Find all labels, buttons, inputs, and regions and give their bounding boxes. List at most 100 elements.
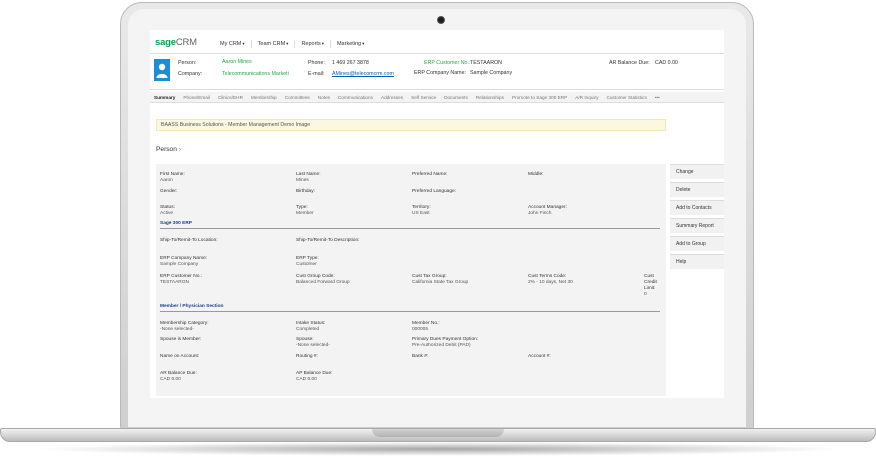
phone-value: 1 469 267 3878 [332,60,369,66]
tab-membership[interactable]: Membership [247,95,281,100]
cust-credit-label-line1: Cust [644,274,654,279]
sage-crm-logo[interactable]: sageCRM [155,37,197,48]
nav-reports[interactable]: Reports▾ [294,40,330,48]
middle-label: Middle: [528,172,544,177]
tab-phone-email[interactable]: Phone/Email [179,95,214,100]
tab-committees[interactable]: Committees [281,95,314,100]
add-to-contacts-button[interactable]: Add to Contacts [670,200,724,215]
preferred-name-label: Preferred Name: [412,172,448,177]
erp-customer-no-value: TESTAARON [160,280,189,285]
tab-relationships[interactable]: Relationships [472,95,508,100]
section-divider [160,228,660,229]
add-to-group-button[interactable]: Add to Group [670,236,724,251]
last-name-value: Mines [296,178,309,183]
chevron-down-icon: ▾ [362,41,365,46]
person-details-panel: First Name: Aaron Last Name: Mines Prefe… [156,164,666,396]
laptop-hinge-notch [372,429,504,437]
tab-more-icon[interactable]: ••• [651,95,664,100]
ar-balance-label: AR Balance Due: [609,60,650,66]
cust-terms-label: Cust Terms Code: [528,274,567,279]
sage300-subheading: Sage 300 ERP [160,221,192,226]
cust-credit-label-line2: Credit [644,280,657,285]
nav-team-crm[interactable]: Team CRM▾ [250,40,295,48]
entity-header: Person: Aaron Mines Company: Telecommuni… [150,54,724,90]
type-value: Member [296,211,314,216]
tab-documents[interactable]: Documents [440,95,472,100]
tab-clinics-ehr[interactable]: Clinics/EHR [214,95,247,100]
nav-my-crm[interactable]: My CRM▾ [214,40,251,48]
name-on-account-label: Name on Account: [160,354,200,359]
first-name-label: First Name: [160,172,185,177]
territory-label: Territory: [412,205,431,210]
status-value: Active [160,211,174,216]
member-no-value: 000005 [412,327,429,332]
preferred-language-label: Preferred Language: [412,189,457,194]
section-divider [160,311,660,312]
phone-label: Phone: [308,60,325,66]
ar-balance-due-label: AR Balance Due: [160,371,197,376]
erp-customer-no-label: ERP Customer No.: [160,274,203,279]
erp-type-value: Customer [296,262,317,267]
account-label: Account #: [528,354,551,359]
ship-to-description-label: Ship-To/Remit-To Description: [296,238,360,243]
person-value: Aaron Mines [222,59,252,65]
cust-tax-group-label: Cust Tax Group: [412,274,447,279]
tab-customer-statistics[interactable]: Customer Statistics [602,95,650,100]
company-label: Company: [178,71,203,77]
tab-summary[interactable]: Summary [150,95,179,100]
email-label: E-mail: [308,71,325,77]
tab-ar-inquiry[interactable]: A/R Inquiry [571,95,602,100]
ar-balance-value: CAD 0.00 [655,60,678,66]
delete-button[interactable]: Delete [670,182,724,197]
birthday-label: Birthday: [296,189,315,194]
membership-category-label: Membership Category: [160,321,209,326]
email-link[interactable]: AMines@telecomcrm.com [332,71,394,77]
primary-dues-label: Primary Dues Payment Option: [412,337,479,342]
top-nav-bar: sageCRM My CRM▾ Team CRM▾ Reports▾ Marke… [150,30,724,54]
tab-notes[interactable]: Notes [314,95,334,100]
cust-group-label: Cust Group Code: [296,274,335,279]
chevron-right-icon: › [178,146,182,153]
tab-communications[interactable]: Communications [334,95,377,100]
tab-promote-sage300[interactable]: Promote to Sage 300 ERP [508,95,571,100]
tab-self-service[interactable]: Self Service [407,95,440,100]
action-button-list: Change Delete Add to Contacts Summary Re… [670,164,724,272]
primary-dues-value: Pre-Authorized Debit (PAD) [412,343,471,348]
territory-value: US East [412,211,430,216]
erp-company-label: ERP Company Name: [414,70,467,76]
summary-report-button[interactable]: Summary Report [670,218,724,233]
tab-bar: Summary Phone/Email Clinics/EHR Membersh… [150,92,724,103]
ap-balance-due-label: AP Balance Due: [296,371,333,376]
tab-addresses[interactable]: Addresses [377,95,407,100]
change-button[interactable]: Change [670,164,724,179]
person-avatar-icon [154,59,170,81]
ship-to-location-label: Ship-To/Remit-To Location: [160,238,218,243]
ar-balance-due-value: CAD 0.00 [160,377,181,382]
section-title-person[interactable]: Person › [156,146,181,153]
nav-marketing[interactable]: Marketing▾ [329,40,370,48]
company-link[interactable]: Telecommunications Marketi [222,71,289,77]
webcam-icon [437,16,445,24]
chevron-down-icon: ▾ [242,41,245,46]
laptop-screen: sageCRM My CRM▾ Team CRM▾ Reports▾ Marke… [150,30,724,398]
info-banner: BAASS Business Solutions - Member Manage… [156,119,666,131]
cust-group-value: Balanced Forward Group [296,280,350,285]
laptop-shadow [30,442,846,456]
laptop-mockup: sageCRM My CRM▾ Team CRM▾ Reports▾ Marke… [0,0,876,473]
chevron-down-icon: ▾ [321,41,324,46]
intake-status-value: Completed [296,327,320,332]
bank-label: Bank #: [412,354,429,359]
erp-type-label: ERP Type: [296,256,319,261]
person-label: Person: [178,60,197,66]
spouse-value: -None selected- [296,343,330,348]
chevron-down-icon: ▾ [286,41,289,46]
erp-company-name-value: Sample Company [160,262,199,267]
account-manager-label: Account Manager: [528,205,567,210]
type-label: Type: [296,205,308,210]
erp-customer-value: TESTAARON [470,60,502,66]
status-label: Status: [160,205,175,210]
membership-category-value: -None selected- [160,327,194,332]
help-button[interactable]: Help [670,254,724,269]
cust-credit-value: 0 [644,292,647,297]
main-nav: My CRM▾ Team CRM▾ Reports▾ Marketing▾ [214,40,370,48]
